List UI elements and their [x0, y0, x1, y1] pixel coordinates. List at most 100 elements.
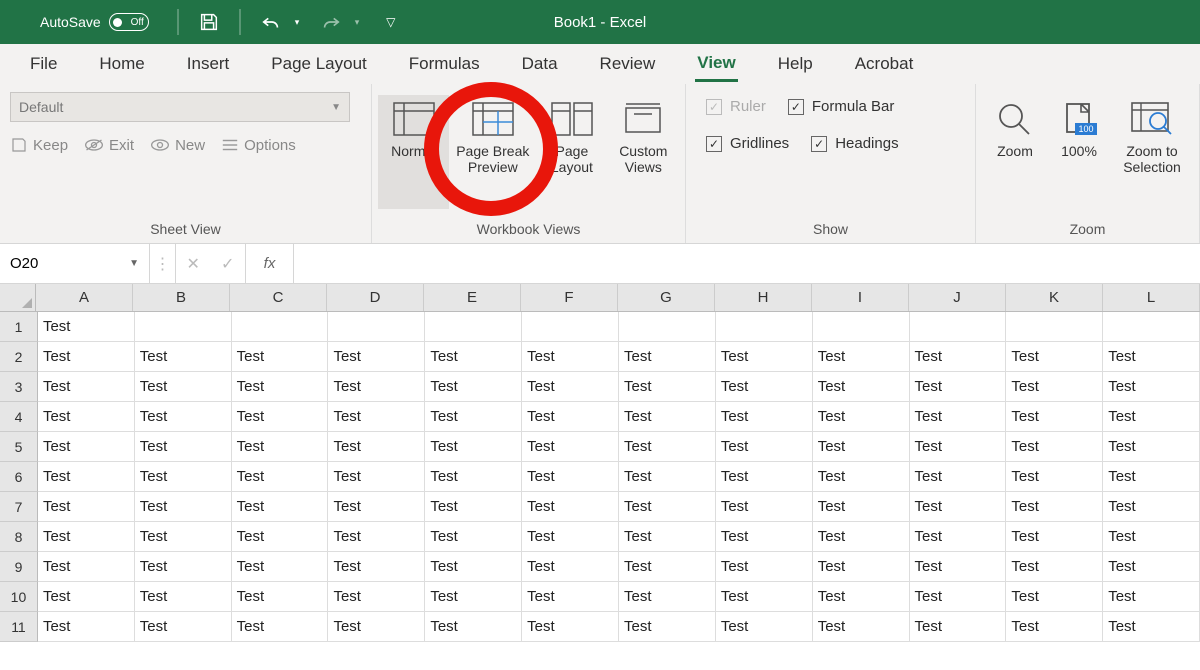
tab-insert[interactable]: Insert	[185, 48, 232, 80]
cell[interactable]: Test	[1006, 492, 1103, 522]
cell[interactable]: Test	[328, 402, 425, 432]
cell[interactable]: Test	[813, 612, 910, 642]
cell[interactable]: Test	[1103, 492, 1200, 522]
column-header[interactable]: J	[909, 284, 1006, 311]
cell[interactable]: Test	[328, 372, 425, 402]
cell[interactable]: Test	[232, 552, 329, 582]
redo-dropdown-icon[interactable]: ▾	[355, 17, 365, 28]
cell[interactable]: Test	[619, 582, 716, 612]
cell[interactable]: Test	[522, 552, 619, 582]
cell[interactable]	[716, 312, 813, 342]
row-header[interactable]: 3	[0, 372, 38, 402]
row-header[interactable]: 4	[0, 402, 38, 432]
cell[interactable]: Test	[1006, 432, 1103, 462]
row-header[interactable]: 6	[0, 462, 38, 492]
cell[interactable]: Test	[1103, 582, 1200, 612]
cell[interactable]	[328, 312, 425, 342]
column-header[interactable]: A	[36, 284, 133, 311]
cell[interactable]: Test	[910, 432, 1007, 462]
cell[interactable]: Test	[522, 432, 619, 462]
cell[interactable]: Test	[1103, 402, 1200, 432]
cell[interactable]: Test	[522, 342, 619, 372]
cell[interactable]: Test	[1103, 372, 1200, 402]
cell[interactable]: Test	[1006, 372, 1103, 402]
zoom-100-button[interactable]: 100 100%	[1050, 95, 1108, 209]
formula-bar-checkbox[interactable]: ✓Formula Bar	[788, 98, 895, 115]
cell[interactable]: Test	[425, 432, 522, 462]
tab-acrobat[interactable]: Acrobat	[853, 48, 916, 80]
cell[interactable]: Test	[910, 402, 1007, 432]
cell[interactable]	[1103, 312, 1200, 342]
cell[interactable]: Test	[1006, 342, 1103, 372]
cell[interactable]	[522, 312, 619, 342]
cell[interactable]	[425, 312, 522, 342]
custom-views-button[interactable]: Custom Views	[608, 95, 679, 209]
tab-page-layout[interactable]: Page Layout	[269, 48, 368, 80]
row-header[interactable]: 7	[0, 492, 38, 522]
cell[interactable]	[813, 312, 910, 342]
page-break-preview-button[interactable]: Page Break Preview	[449, 95, 536, 209]
row-header[interactable]: 2	[0, 342, 38, 372]
new-button[interactable]: New	[150, 136, 205, 154]
page-layout-button[interactable]: Page Layout	[536, 95, 607, 209]
cell[interactable]	[910, 312, 1007, 342]
column-header[interactable]: H	[715, 284, 812, 311]
cell[interactable]: Test	[619, 462, 716, 492]
undo-icon[interactable]	[255, 8, 287, 36]
cell[interactable]: Test	[813, 432, 910, 462]
cell[interactable]: Test	[619, 432, 716, 462]
name-box-handle[interactable]: ⋮	[150, 244, 176, 283]
cell[interactable]: Test	[910, 372, 1007, 402]
cell[interactable]: Test	[716, 342, 813, 372]
cell[interactable]: Test	[1103, 432, 1200, 462]
options-button[interactable]: Options	[221, 136, 296, 154]
enter-icon[interactable]: ✓	[221, 254, 234, 274]
cell[interactable]: Test	[328, 612, 425, 642]
cell[interactable]: Test	[813, 372, 910, 402]
cell[interactable]: Test	[38, 342, 135, 372]
cell[interactable]: Test	[910, 342, 1007, 372]
cell[interactable]: Test	[813, 582, 910, 612]
cell[interactable]: Test	[716, 522, 813, 552]
cell[interactable]: Test	[425, 372, 522, 402]
cell[interactable]: Test	[1103, 462, 1200, 492]
cell[interactable]: Test	[619, 612, 716, 642]
cell[interactable]: Test	[1006, 402, 1103, 432]
gridlines-checkbox[interactable]: ✓Gridlines	[706, 135, 789, 152]
cell[interactable]: Test	[522, 582, 619, 612]
cell[interactable]: Test	[716, 492, 813, 522]
cell[interactable]: Test	[425, 552, 522, 582]
cell[interactable]: Test	[910, 582, 1007, 612]
cell[interactable]: Test	[716, 552, 813, 582]
cell[interactable]: Test	[813, 342, 910, 372]
cell[interactable]: Test	[38, 582, 135, 612]
cell[interactable]: Test	[1103, 612, 1200, 642]
cell[interactable]: Test	[619, 342, 716, 372]
cell[interactable]: Test	[328, 492, 425, 522]
cell[interactable]: Test	[716, 402, 813, 432]
cell[interactable]: Test	[38, 612, 135, 642]
cell[interactable]: Test	[1006, 522, 1103, 552]
cell[interactable]: Test	[135, 492, 232, 522]
cell[interactable]: Test	[38, 522, 135, 552]
select-all-corner[interactable]	[0, 284, 36, 311]
headings-checkbox[interactable]: ✓Headings	[811, 135, 898, 152]
column-header[interactable]: C	[230, 284, 327, 311]
cell[interactable]: Test	[232, 372, 329, 402]
cell[interactable]: Test	[232, 462, 329, 492]
cell[interactable]: Test	[619, 552, 716, 582]
column-header[interactable]: D	[327, 284, 424, 311]
cell[interactable]: Test	[38, 432, 135, 462]
cell[interactable]: Test	[619, 522, 716, 552]
zoom-to-selection-button[interactable]: Zoom to Selection	[1112, 95, 1192, 209]
cell[interactable]: Test	[522, 492, 619, 522]
cell[interactable]: Test	[619, 492, 716, 522]
name-box[interactable]: O20 ▼	[0, 244, 150, 283]
qat-customize-icon[interactable]: ▽	[375, 8, 407, 36]
cell[interactable]: Test	[1006, 462, 1103, 492]
redo-icon[interactable]	[315, 8, 347, 36]
cell[interactable]: Test	[232, 492, 329, 522]
cell[interactable]: Test	[232, 342, 329, 372]
cell[interactable]: Test	[1103, 552, 1200, 582]
cell[interactable]: Test	[38, 312, 135, 342]
